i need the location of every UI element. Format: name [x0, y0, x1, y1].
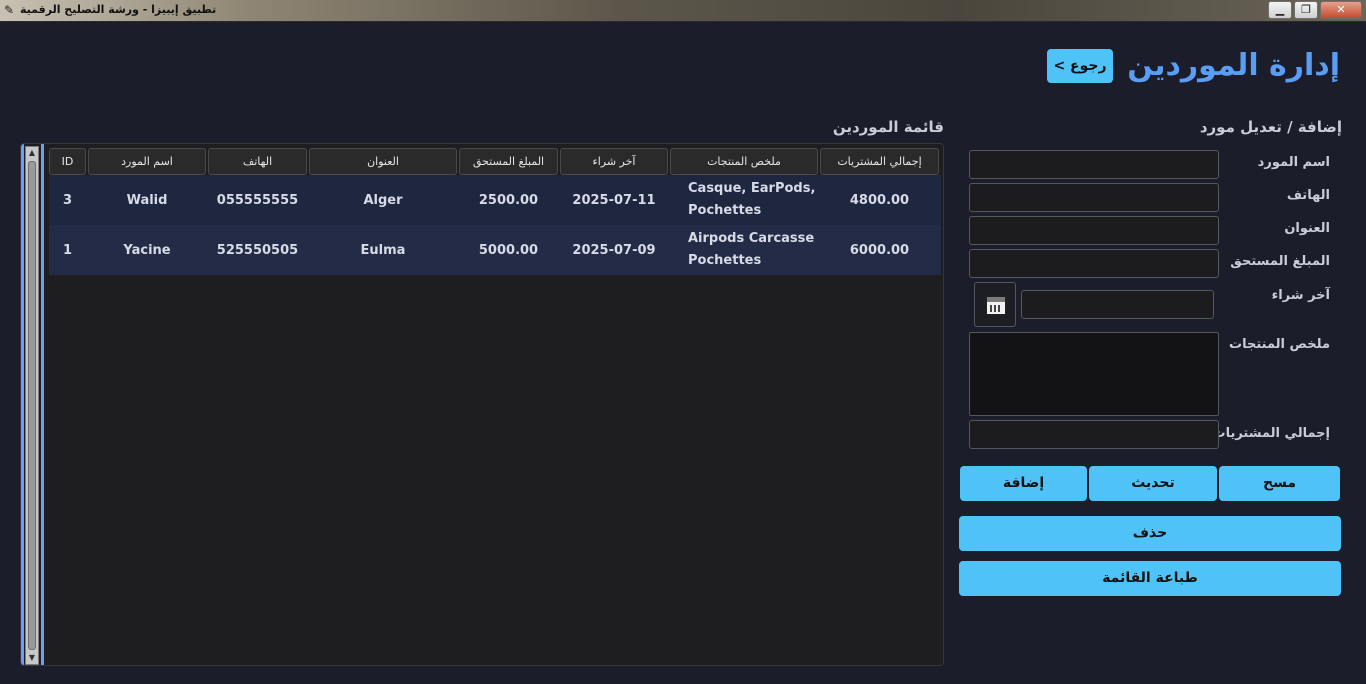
- scroll-down-icon[interactable]: ▼: [26, 652, 38, 664]
- cell-last-purchase: 2025-07-09: [572, 242, 656, 258]
- total-purchases-label: إجمالي المشتريات: [1212, 426, 1330, 441]
- vertical-scrollbar[interactable]: ▲ ▼: [25, 146, 39, 665]
- cell-last-purchase: 2025-07-11: [572, 192, 656, 208]
- column-header-address[interactable]: العنوان: [309, 148, 457, 175]
- date-picker-button[interactable]: [974, 282, 1016, 327]
- form-heading: إضافة / تعديل مورد: [1199, 118, 1342, 136]
- close-button[interactable]: ✕: [1320, 1, 1362, 19]
- column-header-name[interactable]: اسم المورد: [88, 148, 206, 175]
- cell-phone: 525550505: [216, 242, 299, 258]
- cell-address: Eulma: [360, 242, 406, 258]
- cell-products: Airpods Carcasse Pochettes: [670, 225, 818, 275]
- scroll-edge-left: [21, 144, 24, 665]
- amount-due-label: المبلغ المستحق: [1230, 254, 1330, 269]
- cell-address: Alger: [363, 192, 403, 208]
- cell-total: 4800.00: [849, 192, 910, 208]
- window-controls: ▁ ❐ ✕: [1268, 1, 1362, 19]
- cell-products-line-1: Casque, EarPods,: [688, 181, 816, 196]
- clear-button[interactable]: مسح: [1219, 466, 1340, 501]
- table-row[interactable]: 1 Yacine 525550505 Eulma 5000.00 2025-07…: [49, 225, 941, 275]
- cell-name: Walid: [126, 192, 168, 208]
- cell-total: 6000.00: [849, 242, 910, 258]
- address-input[interactable]: [969, 216, 1219, 245]
- add-button[interactable]: إضافة: [960, 466, 1087, 501]
- cell-products-line-1: Airpods Carcasse: [688, 231, 815, 246]
- cell-due: 2500.00: [478, 192, 539, 208]
- cell-name: Yacine: [123, 242, 171, 258]
- address-label: العنوان: [1284, 221, 1330, 236]
- window-title: تطبيق إيبيزا - ورشة التصليح الرقمية: [20, 3, 217, 16]
- calendar-icon: [986, 296, 1006, 315]
- column-header-due[interactable]: المبلغ المستحق: [459, 148, 558, 175]
- suppliers-table: ID اسم المورد الهاتف العنوان المبلغ المس…: [49, 148, 941, 275]
- column-header-phone[interactable]: الهاتف: [208, 148, 307, 175]
- scroll-thumb[interactable]: [28, 161, 36, 650]
- table-row[interactable]: 3 Walid 055555555 Alger 2500.00 2025-07-…: [49, 175, 941, 225]
- cell-id: 1: [62, 242, 73, 258]
- supplier-name-input[interactable]: [969, 150, 1219, 179]
- products-summary-label: ملخص المنتجات: [1229, 337, 1330, 352]
- column-header-total[interactable]: إجمالي المشتريات: [820, 148, 939, 175]
- column-header-id[interactable]: ID: [49, 148, 86, 175]
- last-purchase-input[interactable]: [1021, 290, 1214, 319]
- print-list-button[interactable]: طباعة القائمة: [959, 561, 1341, 596]
- table-header: ID اسم المورد الهاتف العنوان المبلغ المس…: [49, 148, 941, 175]
- last-purchase-label: آخر شراء: [1271, 288, 1330, 303]
- phone-input[interactable]: [969, 183, 1219, 212]
- total-purchases-input[interactable]: [969, 420, 1219, 449]
- phone-label: الهاتف: [1286, 188, 1330, 203]
- page-title: إدارة الموردين: [1127, 48, 1340, 83]
- cell-products-line-2: Pochettes: [688, 253, 762, 268]
- cell-due: 5000.00: [478, 242, 539, 258]
- delete-button[interactable]: حذف: [959, 516, 1341, 551]
- amount-due-input[interactable]: [969, 249, 1219, 278]
- feather-icon: ✎: [4, 3, 15, 17]
- cell-products-line-2: Pochettes: [688, 203, 762, 218]
- minimize-button[interactable]: ▁: [1268, 1, 1292, 19]
- cell-phone: 055555555: [216, 192, 299, 208]
- maximize-button[interactable]: ❐: [1294, 1, 1318, 19]
- cell-id: 3: [62, 192, 73, 208]
- column-header-products[interactable]: ملخص المنتجات: [670, 148, 818, 175]
- column-header-last-purchase[interactable]: آخر شراء: [560, 148, 668, 175]
- cell-products: Casque, EarPods, Pochettes: [670, 175, 818, 225]
- supplier-name-label: اسم المورد: [1257, 155, 1330, 170]
- products-summary-textarea[interactable]: [969, 332, 1219, 416]
- window-titlebar: ✎ تطبيق إيبيزا - ورشة التصليح الرقمية ▁ …: [0, 0, 1366, 22]
- scroll-edge-right: [41, 144, 44, 665]
- back-button[interactable]: < رجوع: [1047, 49, 1113, 83]
- list-heading: قائمة الموردين: [832, 118, 944, 136]
- suppliers-table-panel: ▲ ▼ ID اسم المورد الهاتف العنوان المبلغ …: [20, 143, 944, 666]
- update-button[interactable]: تحديث: [1089, 466, 1217, 501]
- scroll-up-icon[interactable]: ▲: [26, 147, 38, 159]
